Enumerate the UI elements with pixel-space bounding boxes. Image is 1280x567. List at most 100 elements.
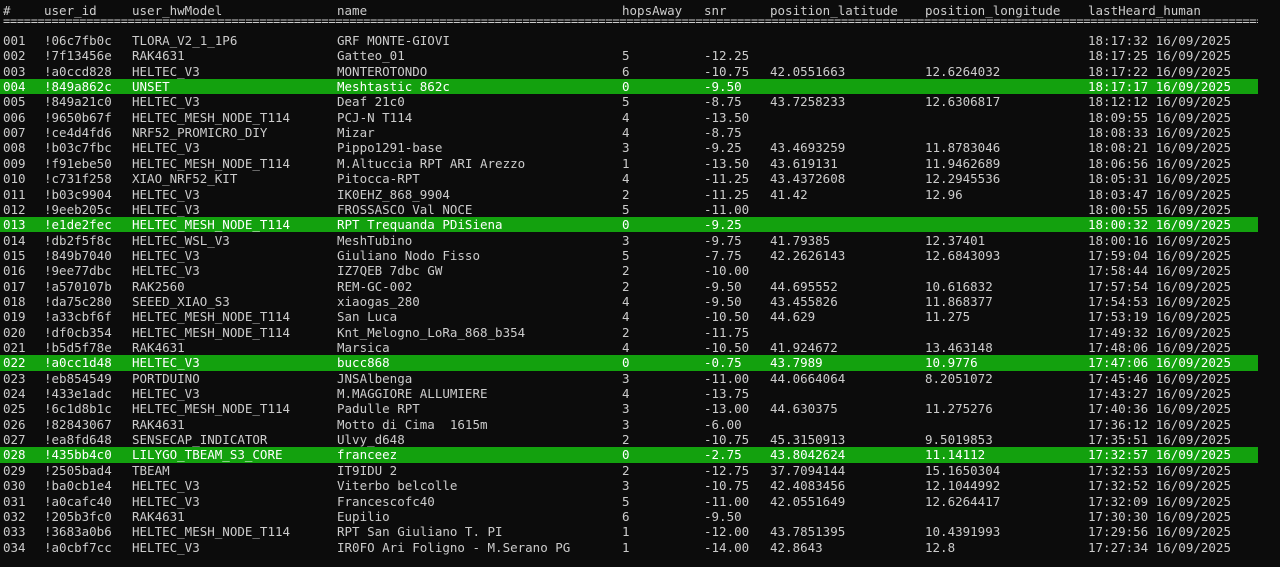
hops-away-cell: 3 [622, 416, 630, 432]
table-row: 003 !a0ccd828 HELTEC_V3 MONTEROTONDO 6 -10.75… [0, 64, 1258, 79]
last-heard-cell: 17:45:46 16/09/2025 [1088, 370, 1231, 386]
hops-away-cell: 4 [622, 293, 630, 309]
node-name-cell: Marsica [337, 340, 390, 355]
row-number: 019 [3, 309, 26, 325]
longitude-cell: 11.14112 [925, 447, 986, 463]
hops-away-cell: 2 [622, 278, 630, 294]
table-row: 007 !ce4d4fd6 NRF52_PROMICRO_DIY Mizar 4 -8.7… [0, 125, 1258, 140]
user-id-cell: !a570107b [44, 278, 112, 294]
hw-model-cell: HELTEC_MESH_NODE_T114 [132, 217, 291, 233]
column-header-hops-away: hopsAway [622, 3, 683, 18]
longitude-cell: 12.6843093 [925, 247, 1001, 263]
last-heard-cell: 18:17:32 16/09/2025 [1088, 33, 1231, 48]
hw-model-cell: RAK4631 [132, 508, 185, 524]
longitude-cell: 12.6264032 [925, 63, 1001, 79]
hops-away-cell: 2 [622, 263, 630, 279]
longitude-cell: 15.1650304 [925, 462, 1001, 478]
row-number: 013 [3, 217, 26, 233]
table-row: 015 !849b7040 HELTEC_V3 Giuliano Nodo Fisso… [0, 248, 1258, 263]
table-row: 011 !b03c9904 HELTEC_V3 IK0EHZ_868_9904 2 -11… [0, 187, 1258, 202]
last-heard-cell: 18:03:47 16/09/2025 [1088, 186, 1231, 202]
user-id-cell: !a33cbf6f [44, 309, 112, 325]
table-row: 005 !849a21c0 HELTEC_V3 Deaf 21c0 5 -8.75 43.7… [0, 94, 1258, 109]
snr-cell: -11.25 [704, 171, 750, 187]
hw-model-cell: LILYGO_TBEAM_S3_CORE [132, 447, 283, 463]
table-row: 010 !c731f258 XIAO_NRF52_KIT Pitocca-RPT 4 -1… [0, 171, 1258, 186]
hops-away-cell: 3 [622, 232, 630, 248]
terminal-window[interactable]: # user_id user_hwModel name hopsAway snr… [0, 0, 1280, 567]
latitude-cell: 43.7989 [770, 355, 823, 371]
node-name-cell: San Luca [337, 309, 398, 325]
last-heard-cell: 17:32:09 16/09/2025 [1088, 493, 1231, 509]
row-number: 007 [3, 125, 26, 141]
node-name-cell: MeshTubino [337, 232, 413, 248]
column-header-name: name [337, 3, 368, 18]
hops-away-cell: 3 [622, 370, 630, 386]
last-heard-cell: 18:12:12 16/09/2025 [1088, 94, 1231, 110]
column-header-user-id: user_id [44, 3, 97, 18]
hw-model-cell: HELTEC_V3 [132, 493, 200, 509]
user-id-cell: !a0ccd828 [44, 63, 112, 79]
hw-model-cell: HELTEC_V3 [132, 539, 200, 555]
longitude-cell: 11.275 [925, 309, 971, 325]
user-id-cell: !a0cafc40 [44, 493, 112, 509]
longitude-cell: 10.9776 [925, 355, 978, 371]
hw-model-cell: HELTEC_V3 [132, 186, 200, 202]
row-number: 032 [3, 508, 26, 524]
table-row: 031 !a0cafc40 HELTEC_V3 Francescofc40 5 -11.0… [0, 494, 1258, 509]
latitude-cell: 43.619131 [770, 155, 838, 171]
row-number: 021 [3, 340, 26, 355]
snr-cell: -9.50 [704, 508, 742, 524]
user-id-cell: !b5d5f78e [44, 340, 112, 355]
user-id-cell: !9650b67f [44, 109, 112, 125]
latitude-cell: 37.7094144 [770, 462, 846, 478]
table-header: # user_id user_hwModel name hopsAway snr… [0, 3, 1258, 18]
latitude-cell: 42.0551649 [770, 493, 846, 509]
row-number: 026 [3, 416, 26, 432]
hops-away-cell: 4 [622, 125, 630, 141]
user-id-cell: !f91ebe50 [44, 155, 112, 171]
last-heard-cell: 17:57:54 16/09/2025 [1088, 278, 1231, 294]
user-id-cell: !9eeb205c [44, 201, 112, 217]
hops-away-cell: 5 [622, 493, 630, 509]
user-id-cell: !2505bad4 [44, 462, 112, 478]
latitude-cell: 42.2626143 [770, 247, 846, 263]
last-heard-cell: 17:49:32 16/09/2025 [1088, 324, 1231, 340]
user-id-cell: !435bb4c0 [44, 447, 112, 463]
latitude-cell: 43.8042624 [770, 447, 846, 463]
hw-model-cell: HELTEC_MESH_NODE_T114 [132, 401, 291, 417]
table-row: 021 !b5d5f78e RAK4631 Marsica 4 -10.50 41.9246… [0, 340, 1258, 355]
longitude-cell: 12.2945536 [925, 171, 1001, 187]
table-row: 027 !ea8fd648 SENSECAP_INDICATOR Ulvy_d648 2… [0, 432, 1258, 447]
node-name-cell: RPT San Giuliano T. PI [337, 524, 503, 540]
row-number: 029 [3, 462, 26, 478]
hops-away-cell: 4 [622, 309, 630, 325]
user-id-cell: !da75c280 [44, 293, 112, 309]
last-heard-cell: 17:32:52 16/09/2025 [1088, 478, 1231, 494]
user-id-cell: !c731f258 [44, 171, 112, 187]
row-number: 004 [3, 79, 26, 95]
longitude-cell: 12.6264417 [925, 493, 1001, 509]
hw-model-cell: SENSECAP_INDICATOR [132, 432, 268, 448]
table-row: 024 !433e1adc HELTEC_V3 M.MAGGIORE ALLUMIER… [0, 386, 1258, 401]
longitude-cell: 11.9462689 [925, 155, 1001, 171]
last-heard-cell: 18:09:55 16/09/2025 [1088, 109, 1231, 125]
hw-model-cell: HELTEC_V3 [132, 263, 200, 279]
last-heard-cell: 17:30:30 16/09/2025 [1088, 508, 1231, 524]
snr-cell: -7.75 [704, 247, 742, 263]
hops-away-cell: 5 [622, 201, 630, 217]
table-row-highlighted: 022 !a0cc1d48 HELTEC_V3 bucc868 0 -0.75 43.798… [0, 355, 1258, 371]
node-name-cell: Mizar [337, 125, 375, 141]
hw-model-cell: TBEAM [132, 462, 170, 478]
latitude-cell: 44.695552 [770, 278, 838, 294]
table-row: 026 !82843067 RAK4631 Motto di Cima 1615m 3 -… [0, 417, 1258, 432]
hops-away-cell: 2 [622, 186, 630, 202]
row-number: 034 [3, 539, 26, 555]
snr-cell: -9.25 [704, 217, 742, 233]
latitude-cell: 41.924672 [770, 340, 838, 355]
hw-model-cell: HELTEC_V3 [132, 63, 200, 79]
user-id-cell: !db2f5f8c [44, 232, 112, 248]
row-number: 023 [3, 370, 26, 386]
hw-model-cell: HELTEC_MESH_NODE_T114 [132, 155, 291, 171]
node-name-cell: MONTEROTONDO [337, 63, 428, 79]
